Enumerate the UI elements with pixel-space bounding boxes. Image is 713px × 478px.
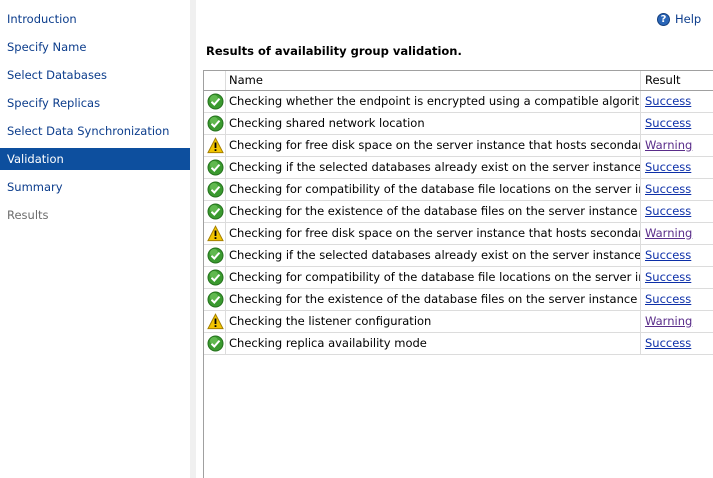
check-name: Checking replica availability mode [226,333,641,354]
check-name: Checking for compatibility of the databa… [226,179,641,200]
table-row[interactable]: Checking replica availability mode Succes… [204,333,713,355]
check-name: Checking shared network location [226,113,641,134]
result-cell: Warning [641,311,713,332]
success-check-icon [207,247,224,264]
column-header-name[interactable]: Name [226,71,641,90]
status-cell [204,333,226,354]
check-name: Checking for free disk space on the serv… [226,135,641,156]
help-link[interactable]: ? Help [657,11,701,27]
sidebar-item-specify-replicas[interactable]: Specify Replicas [0,92,190,114]
result-link[interactable]: Success [645,336,691,350]
success-check-icon [207,335,224,352]
result-link[interactable]: Success [645,204,691,218]
table-row[interactable]: Checking if the selected databases alrea… [204,245,713,267]
status-cell [204,91,226,112]
check-name: Checking for the existence of the databa… [226,201,641,222]
table-row[interactable]: Checking for the existence of the databa… [204,289,713,311]
result-link[interactable]: Success [645,94,691,108]
sidebar-item-results: Results [7,208,49,222]
result-link[interactable]: Success [645,182,691,196]
success-check-icon [207,159,224,176]
validation-results-grid: Name Result Checking whether the endpoin… [203,70,713,478]
result-cell: Success [641,157,713,178]
result-cell: Success [641,179,713,200]
status-cell [204,289,226,310]
result-cell: Success [641,201,713,222]
sidebar-item-introduction[interactable]: Introduction [0,8,190,30]
check-name: Checking for free disk space on the serv… [226,223,641,244]
status-cell [204,179,226,200]
table-row[interactable]: Checking for the existence of the databa… [204,201,713,223]
status-cell [204,267,226,288]
result-link[interactable]: Warning [645,138,692,152]
help-label: Help [675,12,702,26]
table-row[interactable]: Checking for free disk space on the serv… [204,135,713,157]
success-check-icon [207,291,224,308]
warning-triangle-icon [207,137,224,154]
result-cell: Success [641,91,713,112]
status-cell [204,201,226,222]
check-name: Checking for the existence of the databa… [226,289,641,310]
check-name: Checking if the selected databases alrea… [226,157,641,178]
success-check-icon [207,269,224,286]
status-cell [204,311,226,332]
result-link[interactable]: Success [645,160,691,174]
warning-triangle-icon [207,225,224,242]
table-row[interactable]: Checking for compatibility of the databa… [204,179,713,201]
check-name: Checking the listener configuration [226,311,641,332]
grid-header-row: Name Result [204,71,713,91]
result-cell: Warning [641,223,713,244]
success-check-icon [207,203,224,220]
result-link[interactable]: Success [645,248,691,262]
success-check-icon [207,93,224,110]
table-row[interactable]: Checking shared network location Success [204,113,713,135]
result-link[interactable]: Warning [645,314,692,328]
result-cell: Success [641,289,713,310]
sidebar-item-select-databases[interactable]: Select Databases [0,64,190,86]
check-name: Checking for compatibility of the databa… [226,267,641,288]
wizard-sidebar: Introduction Specify Name Select Databases… [0,0,190,478]
check-name: Checking if the selected databases alrea… [226,245,641,266]
help-icon: ? [657,12,670,26]
status-cell [204,113,226,134]
sidebar-item-summary[interactable]: Summary [0,176,190,198]
table-row[interactable]: Checking for free disk space on the serv… [204,223,713,245]
success-check-icon [207,115,224,132]
header-icon-column [204,71,226,90]
column-header-result[interactable]: Result [641,71,713,90]
result-cell: Success [641,245,713,266]
sidebar-item-specify-name[interactable]: Specify Name [0,36,190,58]
result-cell: Success [641,267,713,288]
result-cell: Success [641,333,713,354]
result-cell: Success [641,113,713,134]
result-link[interactable]: Success [645,116,691,130]
status-cell [204,135,226,156]
status-cell [204,223,226,244]
table-row[interactable]: Checking if the selected databases alrea… [204,157,713,179]
result-link[interactable]: Success [645,292,691,306]
success-check-icon [207,181,224,198]
status-cell [204,157,226,178]
sidebar-divider [190,0,196,478]
page-heading: Results of availability group validation… [206,44,462,58]
table-row[interactable]: Checking for compatibility of the databa… [204,267,713,289]
table-row[interactable]: Checking the listener configuration Warni… [204,311,713,333]
result-link[interactable]: Success [645,270,691,284]
warning-triangle-icon [207,313,224,330]
sidebar-item-validation[interactable]: Validation [0,148,190,170]
check-name: Checking whether the endpoint is encrypt… [226,91,641,112]
sidebar-item-select-data-synchronization[interactable]: Select Data Synchronization [0,120,190,142]
status-cell [204,245,226,266]
result-cell: Warning [641,135,713,156]
result-link[interactable]: Warning [645,226,692,240]
table-row[interactable]: Checking whether the endpoint is encrypt… [204,91,713,113]
